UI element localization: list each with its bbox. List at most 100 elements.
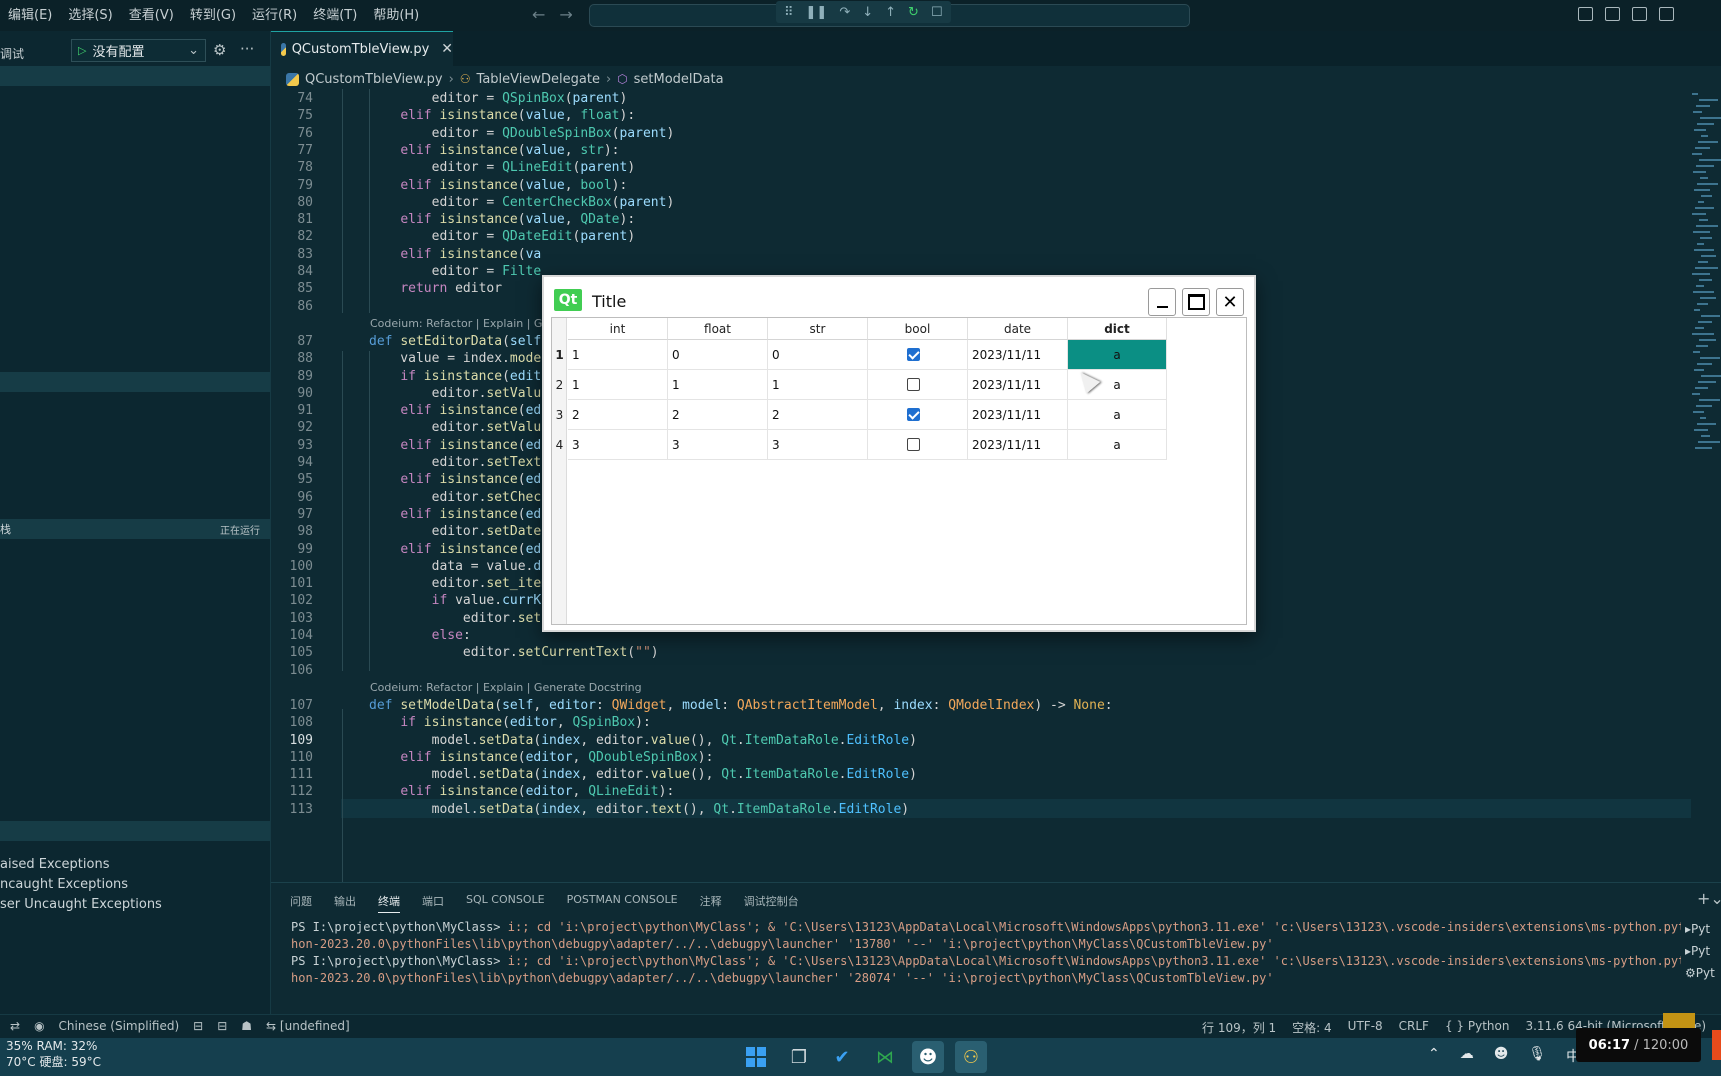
code-line[interactable]: 113 model.setData(index, editor.text(), … (271, 800, 1691, 819)
microphone-icon[interactable]: 🎙︎ (1528, 1046, 1546, 1066)
code-line[interactable]: 76 editor = QDoubleSpinBox(parent) (271, 124, 1691, 143)
qt-table-view[interactable]: int float str bool date dict 1 1 0 0 2023/11/11 a 2 1… (551, 317, 1247, 625)
code-line[interactable]: 106 (271, 661, 1691, 680)
qt-titlebar[interactable]: Qt Title ✕ (544, 277, 1254, 317)
code-line[interactable]: 79 elif isinstance(value, bool): (271, 176, 1691, 195)
inbox-icon[interactable]: ⊟ (217, 1019, 227, 1033)
step-into-icon[interactable]: ↓ (862, 5, 873, 20)
breakpoints-section[interactable] (0, 821, 270, 841)
code-line[interactable]: 107 def setModelData(self, editor: QWidge… (271, 696, 1691, 715)
bool-checkbox[interactable] (907, 378, 920, 391)
code-line[interactable]: 108 if isinstance(editor, QSpinBox): (271, 713, 1691, 732)
row-number[interactable]: 4 (552, 430, 567, 460)
qq-tray-icon[interactable]: ☻ (1494, 1046, 1509, 1066)
table-cell-float[interactable]: 0 (668, 340, 768, 370)
task-view-icon[interactable]: ❐ (783, 1041, 815, 1073)
eol[interactable]: CRLF (1399, 1019, 1429, 1036)
menu-item[interactable]: 编辑(E) (0, 0, 60, 31)
forward-arrow-icon[interactable]: → (559, 5, 572, 24)
status-undefined[interactable]: ⇆ [undefined] (266, 1019, 350, 1033)
code-line[interactable]: 112 elif isinstance(editor, QLineEdit): (271, 782, 1691, 801)
menu-item[interactable]: 终端(T) (305, 0, 365, 31)
encoding[interactable]: UTF-8 (1348, 1019, 1383, 1036)
stop-icon[interactable]: ☐ (931, 5, 943, 20)
python-app-icon[interactable]: ⚇ (955, 1041, 987, 1073)
start-button[interactable] (740, 1041, 772, 1073)
table-cell-float[interactable]: 2 (668, 400, 768, 430)
row-number[interactable]: 2 (552, 370, 567, 400)
toggle-panel-icon[interactable] (1605, 7, 1620, 21)
table-cell-bool[interactable] (868, 400, 968, 430)
language-mode[interactable]: { } Python (1445, 1019, 1510, 1036)
table-cell-date[interactable]: 2023/11/11 (968, 430, 1068, 460)
bool-checkbox[interactable] (907, 438, 920, 451)
qq-icon[interactable]: ☻ (912, 1041, 944, 1073)
panel-tab[interactable]: 输出 (334, 893, 356, 913)
customize-layout-icon[interactable] (1659, 7, 1674, 21)
inbox-icon[interactable]: ⊟ (193, 1019, 203, 1033)
table-cell-bool[interactable] (868, 430, 968, 460)
pause-icon[interactable]: ❚❚ (806, 5, 828, 20)
bug-icon[interactable]: ☗ (241, 1019, 252, 1033)
close-icon[interactable]: ✕ (441, 41, 453, 57)
table-cell-dict[interactable]: a (1068, 340, 1167, 370)
code-line[interactable]: 111 model.setData(index, editor.value(),… (271, 765, 1691, 784)
code-line[interactable]: 78 editor = QLineEdit(parent) (271, 158, 1691, 177)
new-terminal-icon[interactable]: +⌄ (1697, 889, 1721, 908)
code-line[interactable]: Codeium: Refactor | Explain | Generate D… (271, 678, 1691, 697)
close-button[interactable]: ✕ (1216, 288, 1244, 316)
watch-section[interactable] (0, 372, 270, 392)
breakpoint-uncaught[interactable]: ncaught Exceptions (0, 875, 162, 895)
bool-checkbox[interactable] (907, 408, 920, 421)
menu-item[interactable]: 转到(G) (182, 0, 244, 31)
code-line[interactable]: 105 editor.setCurrentText("") (271, 643, 1691, 662)
table-cell-int[interactable]: 1 (568, 340, 668, 370)
table-cell-int[interactable]: 1 (568, 370, 668, 400)
terminal-entry[interactable]: ⚙Pyt (1685, 962, 1715, 984)
toggle-sidebar-icon[interactable] (1578, 7, 1593, 21)
bool-checkbox[interactable] (907, 348, 920, 361)
restart-icon[interactable]: ↻ (908, 5, 919, 20)
todo-app-icon[interactable]: ✔ (826, 1041, 858, 1073)
table-cell-bool[interactable] (868, 370, 968, 400)
step-out-icon[interactable]: ↑ (885, 5, 896, 20)
breadcrumb-method[interactable]: setModelData (634, 72, 724, 87)
play-icon[interactable]: ▷ (78, 44, 86, 57)
language-pack[interactable]: Chinese (Simplified) (59, 1019, 180, 1033)
panel-tab[interactable]: 问题 (290, 893, 312, 913)
table-cell-str[interactable]: 0 (768, 340, 868, 370)
breadcrumb-class[interactable]: TableViewDelegate (477, 72, 600, 87)
panel-tab[interactable]: 终端 (378, 893, 400, 913)
menu-item[interactable]: 查看(V) (121, 0, 182, 31)
indentation[interactable]: 空格: 4 (1292, 1019, 1332, 1036)
table-cell-str[interactable]: 2 (768, 400, 868, 430)
panel-tab[interactable]: POSTMAN CONSOLE (567, 893, 678, 913)
minimize-button[interactable] (1148, 288, 1176, 316)
menu-item[interactable]: 运行(R) (244, 0, 305, 31)
code-line[interactable]: 81 elif isinstance(value, QDate): (271, 210, 1691, 229)
code-lens[interactable]: Codeium: Refactor | Explain | Generate D… (370, 678, 642, 697)
panel-tab[interactable]: 注释 (700, 893, 722, 913)
code-line[interactable]: 110 elif isinstance(editor, QDoubleSpinB… (271, 748, 1691, 767)
back-arrow-icon[interactable]: ← (532, 5, 545, 24)
variables-section[interactable] (0, 66, 270, 86)
table-cell-float[interactable]: 3 (668, 430, 768, 460)
column-header-dict[interactable]: dict (1068, 318, 1167, 340)
column-header-bool[interactable]: bool (868, 318, 968, 340)
code-line[interactable]: 74 editor = QSpinBox(parent) (271, 89, 1691, 108)
eye-icon[interactable]: ◉ (34, 1019, 44, 1033)
column-header-date[interactable]: date (968, 318, 1068, 340)
breakpoint-raised[interactable]: aised Exceptions (0, 855, 162, 875)
terminal-entry[interactable]: ▸Pyt (1685, 940, 1715, 962)
code-line[interactable]: 109 model.setData(index, editor.value(),… (271, 731, 1691, 750)
code-line[interactable]: 75 elif isinstance(value, float): (271, 106, 1691, 125)
terminal-entry[interactable]: ▸Pyt (1685, 918, 1715, 940)
code-line[interactable]: 82 editor = QDateEdit(parent) (271, 227, 1691, 246)
column-header-float[interactable]: float (668, 318, 768, 340)
table-cell-int[interactable]: 3 (568, 430, 668, 460)
panel-tab[interactable]: SQL CONSOLE (466, 893, 545, 913)
breakpoint-user-uncaught[interactable]: ser Uncaught Exceptions (0, 895, 162, 915)
menu-item[interactable]: 帮助(H) (365, 0, 427, 31)
row-number[interactable]: 1 (552, 340, 567, 370)
table-cell-date[interactable]: 2023/11/11 (968, 340, 1068, 370)
